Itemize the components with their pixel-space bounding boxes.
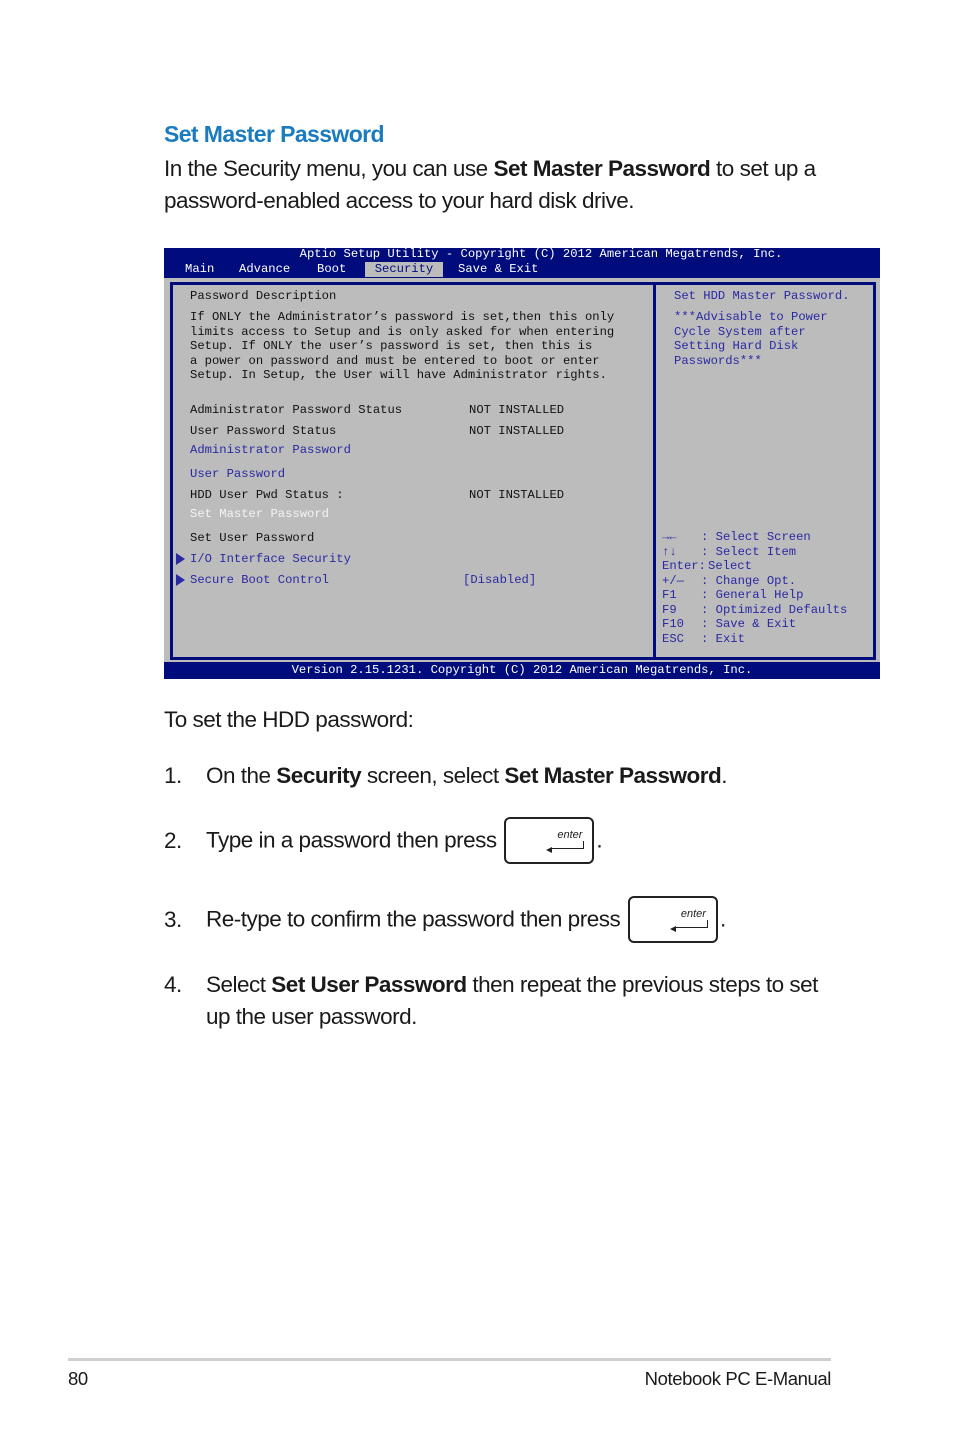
enter-key-icon: enter [504,817,595,864]
user-password-item[interactable]: User Password [190,467,285,482]
tab-boot[interactable]: Boot [314,262,349,277]
section-heading: Set Master Password [164,121,385,147]
intro-text: In the Security menu, you can use [164,156,494,181]
step-3: 3. Re-type to confirm the password then … [0,896,954,946]
hdd-user-pwd-status-label: HDD User Pwd Status : [190,488,344,502]
bios-tab-bar: Main Advance Boot Security Save & Exit [164,262,880,278]
step-text: Type in a password then press enter. [206,817,846,864]
secure-boot-control-value[interactable]: [Disabled] [463,573,536,588]
description-line: If ONLY the Administrator’s password is … [190,310,615,324]
key-action: : Save & Exit [701,617,797,631]
set-master-password-item[interactable]: Set Master Password [190,507,329,522]
enter-key-icon: enter [627,896,718,943]
bios-footer-bar: Version 2.15.1231. Copyright (C) 2012 Am… [164,662,880,679]
user-password-status-label: User Password Status [190,424,337,438]
section-intro: In the Security menu, you can use Set Ma… [164,153,844,217]
step-text: On the Security screen, select Set Maste… [206,763,728,788]
instructions-intro: To set the HDD password: [164,707,414,732]
description-title: Password Description [190,289,337,303]
key-action: : Optimized Defaults [701,602,848,617]
admin-password-status-label: Administrator Password Status [190,403,403,417]
tab-save-exit[interactable]: Save & Exit [455,262,541,277]
bios-main-frame: Password Description If ONLY the Adminis… [170,282,876,660]
arrow-left-right-icon: →← [662,530,677,544]
tab-advance[interactable]: Advance [236,262,293,277]
key-label: Enter: [662,559,706,573]
step-number: 3. [164,907,182,932]
user-password-status-value: NOT INSTALLED [469,424,565,438]
step-text: Select Set User Password then repeat the… [206,972,818,1029]
admin-password-status-value: NOT INSTALLED [469,403,565,417]
key-label: +/— [662,573,684,588]
key-action: : Change Opt. [701,573,797,588]
key-label: F1 [662,588,677,602]
bios-screen: Aptio Setup Utility - Copyright (C) 2012… [164,248,880,679]
step-4: 4. Select Set User Password then repeat … [0,969,954,1033]
key-action: : Select Item [701,544,797,559]
help-title: Set HDD Master Password. [674,289,850,303]
key-label: F10 [662,617,684,631]
secure-boot-control-item[interactable]: Secure Boot Control [190,573,329,588]
arrow-up-down-icon: ↑↓ [662,544,677,559]
step-2: 2. Type in a password then press enter. [0,817,954,867]
description-line: limits access to Setup and is only asked… [190,324,615,339]
description-line: a power on password and must be entered … [190,353,600,368]
key-label: ESC [662,631,684,646]
key-action: : General Help [701,588,804,602]
io-interface-security-item[interactable]: I/O Interface Security [190,552,351,567]
step-text: Re-type to confirm the password then pre… [206,896,906,943]
set-user-password-item[interactable]: Set User Password [190,531,314,546]
submenu-arrow-icon [176,574,185,586]
key-action: Select [708,559,752,573]
hdd-user-pwd-status-value: NOT INSTALLED [469,488,565,502]
panel-divider [653,285,656,657]
key-action: : Select Screen [701,530,811,544]
help-note-line: Cycle System after [674,324,806,339]
manual-title: Notebook PC E-Manual [644,1368,832,1389]
description-line: Setup. If ONLY the user’s password is se… [190,339,593,353]
step-number: 1. [164,763,182,788]
administrator-password-item[interactable]: Administrator Password [190,443,351,458]
intro-bold-text: Set Master Password [493,156,711,181]
key-action: : Exit [701,631,745,646]
footer-divider [68,1358,831,1361]
step-number: 2. [164,828,182,853]
tab-main[interactable]: Main [182,262,217,277]
step-number: 4. [164,972,182,997]
help-note-line: ***Advisable to Power [674,310,828,324]
page-number: 80 [68,1368,88,1389]
help-note-line: Setting Hard Disk [674,339,799,353]
key-label: F9 [662,602,677,617]
step-1: 1. On the Security screen, select Set Ma… [0,760,954,792]
tab-security[interactable]: Security [365,262,443,277]
description-line: Setup. In Setup, the User will have Admi… [190,368,607,382]
help-note-line: Passwords*** [674,353,762,368]
submenu-arrow-icon [176,553,185,565]
